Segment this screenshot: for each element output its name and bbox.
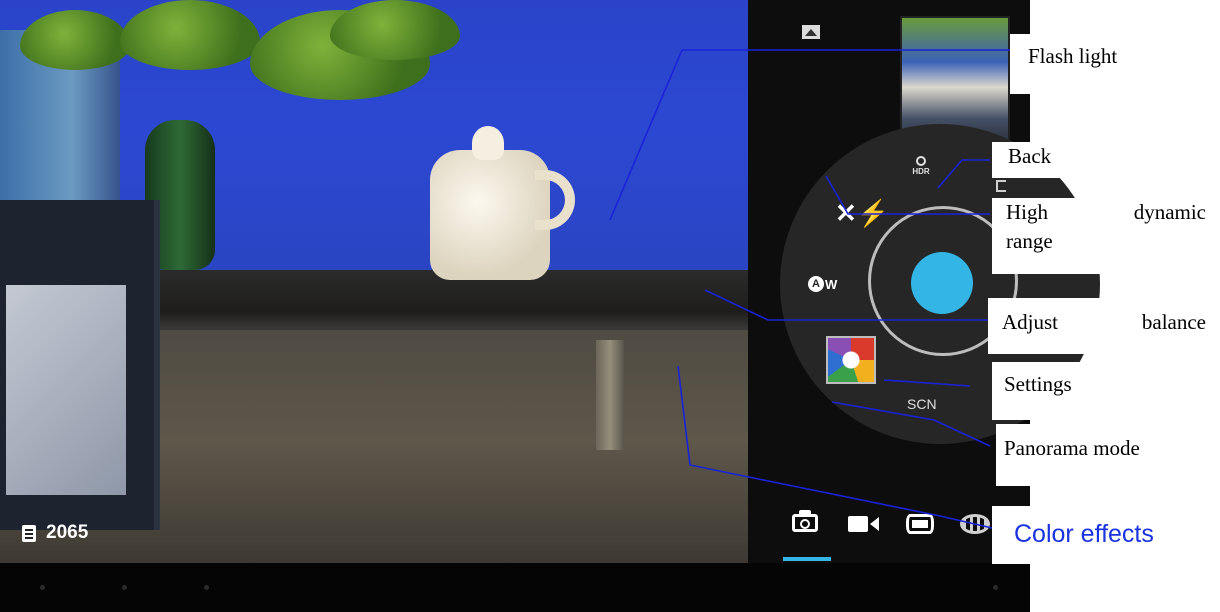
callout-settings: Settings [992,362,1220,420]
callout-hdr-word1: High [1006,200,1048,224]
color-effects-icon[interactable] [826,336,876,384]
nav-dot [993,585,998,590]
callout-back-text: Back [1008,144,1052,168]
hdr-off-ring [916,156,926,166]
shutter-button[interactable] [911,252,973,314]
photo-count: 2065 [46,522,89,543]
back-icon[interactable] [996,180,1006,192]
callout-flash-light: Flash light [1010,34,1220,94]
callout-balance-word1: Adjust [1002,310,1059,334]
callout-hdr-word3: range [1006,229,1053,253]
metal-bracket [596,340,624,450]
white-balance-letter: W [825,276,838,292]
monitor [0,200,160,530]
system-navigation-bar [0,563,1030,612]
hdr-icon-label: HDR [912,167,930,176]
camera-mode-icon[interactable] [790,508,820,534]
callout-hdr: High dynamic range [992,198,1220,274]
photosphere-mode-icon[interactable] [960,508,992,534]
nav-dot [204,585,209,590]
mode-switcher [780,508,1000,544]
scene-mode-button[interactable]: SCN [907,396,937,412]
flash-off-icon[interactable]: ✕⚡ [835,200,889,226]
callout-flash-light-text: Flash light [1028,44,1118,68]
teapot-lid [472,126,504,160]
callout-adjust-balance: Adjust balance [988,298,1220,354]
white-balance-auto-badge: A [808,276,824,292]
teapot [430,150,550,280]
callout-color-effects: Color effects [992,506,1220,564]
nav-dot [122,585,127,590]
callout-back: Back [992,142,1220,178]
nav-dot [40,585,45,590]
sd-card-icon [22,524,36,542]
callout-settings-text: Settings [1004,372,1072,396]
gallery-icon[interactable] [802,25,820,39]
white-balance-icon[interactable]: A W [808,276,837,292]
monitor-screen [6,285,126,495]
callout-color-effects-text: Color effects [1014,520,1154,548]
remaining-photos-counter: 2065 [22,522,88,544]
callout-balance-word2: balance [1141,310,1206,334]
callout-panorama: Panorama mode [996,424,1220,486]
callout-hdr-word2: dynamic [1133,200,1206,224]
selected-mode-indicator [783,557,831,561]
hdr-icon[interactable]: HDR [910,156,932,182]
callout-panorama-text: Panorama mode [1004,436,1140,460]
panorama-mode-icon[interactable] [906,508,936,534]
video-mode-icon[interactable] [848,508,882,534]
camera-viewfinder[interactable]: 2065 [0,0,748,563]
